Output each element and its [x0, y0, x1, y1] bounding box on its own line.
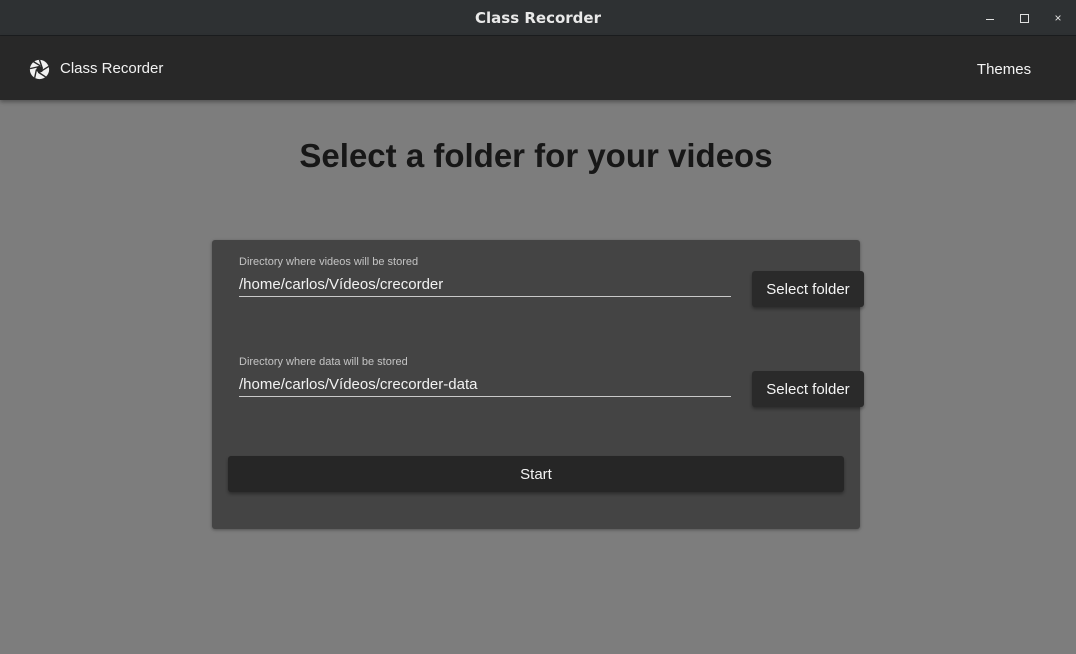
window-titlebar[interactable]: Class Recorder × [0, 0, 1076, 36]
videos-directory-label: Directory where videos will be stored [239, 256, 419, 268]
app-toolbar: Class Recorder Themes [0, 36, 1076, 100]
data-directory-field: Directory where data will be stored [239, 356, 731, 398]
data-directory-label: Directory where data will be stored [239, 356, 408, 368]
select-data-folder-button[interactable]: Select folder [752, 371, 864, 407]
app-name: Class Recorder [60, 60, 164, 77]
start-button[interactable]: Start [228, 456, 844, 492]
window-title: Class Recorder [475, 9, 601, 27]
close-icon: × [1054, 11, 1062, 25]
videos-directory-field: Directory where videos will be stored [239, 256, 731, 298]
maximize-button[interactable] [1014, 8, 1034, 28]
data-directory-input[interactable] [239, 372, 731, 397]
page-title: Select a folder for your videos [299, 137, 773, 174]
maximize-icon [1019, 13, 1029, 23]
folder-settings-card: Directory where videos will be stored Se… [212, 240, 864, 529]
minimize-icon [986, 18, 994, 20]
camera-aperture-icon [29, 59, 50, 80]
close-button[interactable]: × [1048, 8, 1068, 28]
select-videos-folder-button[interactable]: Select folder [752, 271, 864, 307]
themes-button[interactable]: Themes [968, 51, 1040, 87]
minimize-button[interactable] [980, 8, 1000, 28]
videos-directory-input[interactable] [239, 272, 731, 297]
